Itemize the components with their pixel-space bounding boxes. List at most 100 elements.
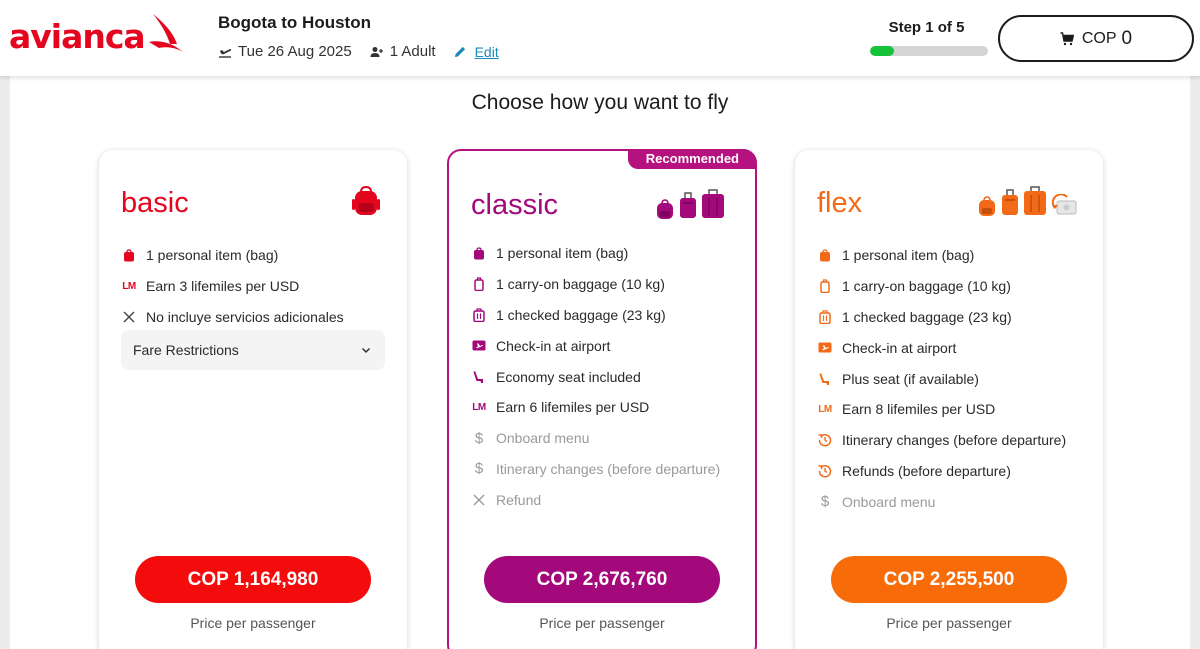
fare-card-basic: basic 1 personal item (bag) LM Earn 3 li… <box>99 150 407 649</box>
page-title: Choose how you want to fly <box>471 91 729 114</box>
feature-item: $ Itinerary changes (before departure) <box>471 454 737 485</box>
bag-icons <box>655 189 725 219</box>
feature-text: 1 checked baggage (23 kg) <box>842 308 1012 325</box>
seat-icon <box>471 370 487 384</box>
price-note: Price per passenger <box>539 615 665 631</box>
main-content: Choose how you want to fly basic 1 perso… <box>10 76 1190 649</box>
checked-bag-icon <box>817 310 833 324</box>
cart-button[interactable]: COP 0 <box>998 15 1194 62</box>
x-icon <box>471 494 487 506</box>
dollar-icon: $ <box>820 493 830 511</box>
personal-item-icon <box>817 249 833 262</box>
feature-list: 1 personal item (bag) 1 carry-on baggage… <box>471 238 737 515</box>
dollar-icon: $ <box>474 429 484 447</box>
feature-item: Check-in at airport <box>817 332 1085 363</box>
checked-bag-icon <box>1024 186 1046 215</box>
feature-item: 1 personal item (bag) <box>817 240 1085 271</box>
personal-item-icon <box>471 247 487 260</box>
x-icon <box>121 311 137 323</box>
edit-label: Edit <box>474 43 499 60</box>
feature-text: Earn 3 lifemiles per USD <box>146 278 300 295</box>
trip-summary: Bogota to Houston Tue 26 Aug 2025 1 Adul… <box>218 13 499 60</box>
lifemiles-icon: LM <box>818 403 832 415</box>
backpack-icon <box>979 196 995 216</box>
feature-text: Earn 6 lifemiles per USD <box>496 399 650 416</box>
feature-item: Refund <box>471 484 737 515</box>
trip-date-text: Tue 26 Aug 2025 <box>238 43 352 60</box>
feature-text: Economy seat included <box>496 368 641 385</box>
chevron-down-icon <box>361 347 371 353</box>
fare-restrictions-dropdown[interactable]: Fare Restrictions <box>121 330 385 370</box>
feature-item: No incluye servicios adicionales <box>121 302 389 333</box>
feature-item: Refunds (before departure) <box>817 456 1085 487</box>
fare-name: basic <box>121 187 189 219</box>
fare-card-flex: flex 1 personal item (bag) 1 carry-on ba… <box>795 150 1103 649</box>
progress-bar <box>870 46 988 56</box>
feature-text: Onboard menu <box>496 430 590 447</box>
step-progress: Step 1 of 5 <box>870 19 988 56</box>
feature-text: Check-in at airport <box>496 337 611 354</box>
logo-wordmark: avianca <box>9 16 146 56</box>
feature-item: Check-in at airport <box>471 330 737 361</box>
dollar-icon: $ <box>474 460 484 478</box>
step-label: Step 1 of 5 <box>888 19 965 36</box>
feature-item: 1 checked baggage (23 kg) <box>817 302 1085 333</box>
feature-text: Refunds (before departure) <box>842 462 1011 479</box>
feature-item: 1 carry-on baggage (10 kg) <box>817 271 1085 302</box>
feature-text: Itinerary changes (before departure) <box>842 432 1067 449</box>
feature-text: Refund <box>496 491 542 508</box>
feature-text: Check-in at airport <box>842 339 957 356</box>
refund-icon <box>1051 194 1077 215</box>
recommended-badge: Recommended <box>627 149 757 169</box>
boarding-pass-icon <box>471 340 487 351</box>
feature-list: 1 personal item (bag) 1 carry-on baggage… <box>817 240 1085 517</box>
carry-on-icon <box>1002 189 1018 215</box>
boarding-pass-icon <box>817 342 833 353</box>
price-note: Price per passenger <box>190 615 316 631</box>
fare-restrictions-label: Fare Restrictions <box>133 342 239 358</box>
feature-item: LM Earn 6 lifemiles per USD <box>471 392 737 423</box>
feature-item: 1 personal item (bag) <box>471 238 737 269</box>
route-title: Bogota to Houston <box>218 13 371 32</box>
personal-item-icon <box>121 249 137 262</box>
user-add-icon <box>370 46 383 57</box>
trip-passengers: 1 Adult <box>370 43 436 60</box>
feature-text: No incluye servicios adicionales <box>146 308 344 325</box>
select-basic-button[interactable]: COP 1,164,980 <box>135 556 371 603</box>
top-header: avianca Bogota to Houston Tue 26 Aug 202… <box>0 0 1200 76</box>
feature-text: Onboard menu <box>842 493 936 510</box>
trip-date: Tue 26 Aug 2025 <box>218 43 352 60</box>
carry-on-icon <box>817 279 833 294</box>
history-icon <box>817 433 833 447</box>
progress-fill <box>870 46 894 56</box>
feature-item: Plus seat (if available) <box>817 363 1085 394</box>
carry-on-icon <box>471 277 487 292</box>
backpack-icon <box>352 186 380 215</box>
feature-item: 1 personal item (bag) <box>121 240 389 271</box>
price-note: Price per passenger <box>886 615 1012 631</box>
bag-icons <box>977 186 1077 216</box>
fare-card-classic: Recommended classic 1 personal item (bag… <box>447 149 757 649</box>
checked-bag-icon <box>702 189 724 218</box>
cart-amount: 0 <box>1121 27 1133 49</box>
fare-name: classic <box>471 189 559 221</box>
feature-text: Plus seat (if available) <box>842 370 979 387</box>
feature-text: 1 personal item (bag) <box>496 245 629 262</box>
edit-trip-link[interactable]: Edit <box>454 44 499 60</box>
feature-item: Itinerary changes (before departure) <box>817 425 1085 456</box>
select-flex-button[interactable]: COP 2,255,500 <box>831 556 1067 603</box>
bag-icons <box>351 186 381 216</box>
passengers-text: 1 Adult <box>389 43 436 60</box>
lifemiles-icon: LM <box>472 401 486 413</box>
feature-text: Earn 8 lifemiles per USD <box>842 401 996 418</box>
select-classic-button[interactable]: COP 2,676,760 <box>484 556 720 603</box>
feature-item: LM Earn 8 lifemiles per USD <box>817 394 1085 425</box>
avianca-logo[interactable]: avianca <box>9 14 187 56</box>
cart-currency: COP <box>1081 29 1117 47</box>
lifemiles-icon: LM <box>122 280 136 292</box>
feature-item: Economy seat included <box>471 361 737 392</box>
feature-list: 1 personal item (bag) LM Earn 3 lifemile… <box>121 240 389 332</box>
seat-icon <box>817 372 833 386</box>
feature-text: 1 personal item (bag) <box>842 247 975 264</box>
backpack-icon <box>657 199 673 219</box>
